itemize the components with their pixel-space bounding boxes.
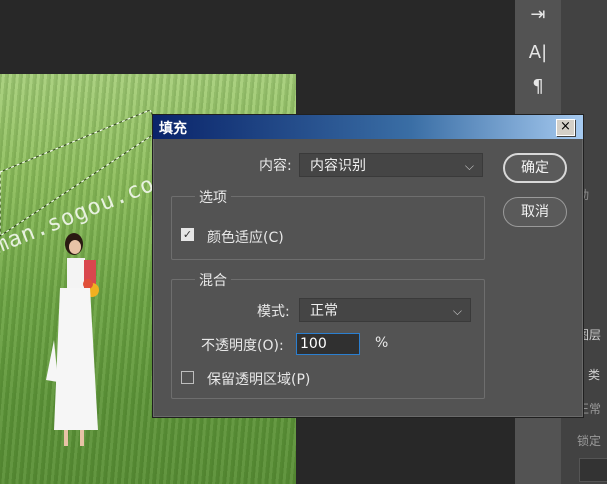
ok-button[interactable]: 确定 xyxy=(503,153,567,183)
preserve-transparency-label[interactable]: 保留透明区域(P) xyxy=(207,369,310,389)
mode-value: 正常 xyxy=(310,303,338,319)
color-adapt-label[interactable]: 颜色适应(C) xyxy=(207,227,284,247)
mode-label: 模式: xyxy=(257,304,290,320)
options-group-label: 选项 xyxy=(195,187,231,207)
opacity-input[interactable]: 100 xyxy=(296,333,360,355)
opacity-label: 不透明度(O): xyxy=(201,338,284,354)
preserve-transparency-checkbox[interactable] xyxy=(181,371,194,384)
fill-dialog: 填充 × 内容: 内容识别 ⌵ 确定 取消 选项 ✓ 颜色适应(C) 混合 模式… xyxy=(152,114,584,418)
content-dropdown[interactable]: 内容识别 ⌵ xyxy=(299,153,483,177)
girl-figure xyxy=(46,233,99,446)
dialog-titlebar[interactable]: 填充 × xyxy=(153,115,583,139)
layer-thumbnail[interactable] xyxy=(579,458,607,482)
chevron-down-icon: ⌵ xyxy=(452,304,462,318)
content-label: 内容: xyxy=(259,158,292,174)
character-icon[interactable]: A| xyxy=(523,38,553,66)
content-value: 内容识别 xyxy=(310,158,366,174)
lock-label: 锁定 xyxy=(577,434,602,448)
dialog-title: 填充 xyxy=(159,121,187,137)
mode-dropdown[interactable]: 正常 ⌵ xyxy=(299,298,471,322)
cancel-button[interactable]: 取消 xyxy=(503,197,567,227)
opacity-unit: % xyxy=(375,335,389,351)
close-button[interactable]: × xyxy=(556,119,575,136)
chevron-down-icon: ⌵ xyxy=(464,159,474,173)
tool-arrow-icon[interactable]: ⇥ xyxy=(523,0,553,28)
paragraph-icon[interactable]: ¶ xyxy=(523,72,553,100)
color-adapt-checkbox[interactable]: ✓ xyxy=(181,228,194,241)
blend-group-label: 混合 xyxy=(195,270,231,290)
